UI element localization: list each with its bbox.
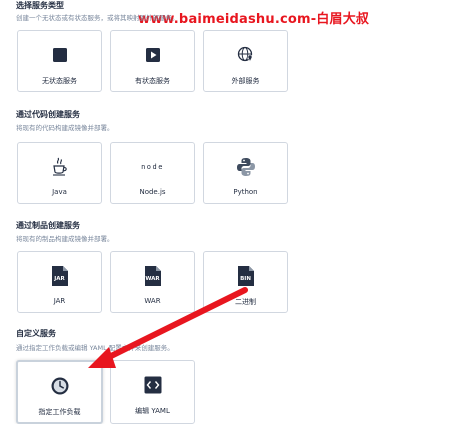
card-label: Python (233, 188, 258, 196)
card-edit-yaml[interactable]: 编辑 YAML (110, 360, 195, 424)
play-box-icon (142, 44, 164, 66)
code-file-icon (142, 374, 164, 396)
section-title-code: 通过代码创建服务 (16, 110, 80, 119)
card-war[interactable]: WAR WAR (110, 251, 195, 313)
card-label: Node.js (139, 188, 166, 196)
card-specify-workload[interactable]: 指定工作负载 (16, 360, 103, 424)
card-java[interactable]: Java (17, 142, 102, 204)
card-label: 编辑 YAML (135, 407, 170, 415)
card-binary[interactable]: BIN 二进制 (203, 251, 288, 313)
section-title-artifact: 通过制品创建服务 (16, 221, 80, 230)
war-file-icon: WAR (142, 265, 164, 287)
java-cup-icon (49, 156, 71, 178)
section-desc-service-type: 创建一个无状态或有状态服务，或将其映射到外部服务。 (16, 14, 179, 22)
section-desc-artifact: 将现有的制品构建成镜像并部署。 (16, 235, 114, 243)
card-external-service[interactable]: 外部服务 (203, 30, 288, 92)
section-title-service-type: 选择服务类型 (16, 1, 64, 10)
bin-file-icon-text: BIN (240, 276, 251, 282)
card-nodejs[interactable]: node Node.js (110, 142, 195, 204)
square-icon (49, 44, 71, 66)
bin-file-icon: BIN (235, 265, 257, 287)
war-file-icon-text: WAR (145, 276, 160, 282)
card-python[interactable]: Python (203, 142, 288, 204)
card-label: 外部服务 (231, 77, 260, 85)
globe-pin-icon (235, 44, 257, 66)
card-label: 指定工作负载 (38, 408, 81, 416)
card-stateless-service[interactable]: 无状态服务 (17, 30, 102, 92)
card-label: Java (52, 188, 67, 196)
clock-icon (49, 375, 71, 397)
card-label: 有状态服务 (135, 77, 170, 85)
nodejs-icon: node (141, 156, 164, 178)
section-desc-custom: 通过指定工作负载或编辑 YAML 配置文件来创建服务。 (16, 344, 174, 352)
card-label: JAR (53, 297, 66, 305)
card-label: WAR (144, 297, 161, 305)
python-icon (235, 156, 257, 178)
jar-file-icon-text: JAR (54, 276, 65, 282)
card-jar[interactable]: JAR JAR (17, 251, 102, 313)
nodejs-logo-text: node (141, 163, 164, 171)
card-label: 二进制 (235, 298, 256, 306)
card-stateful-service[interactable]: 有状态服务 (110, 30, 195, 92)
jar-file-icon: JAR (49, 265, 71, 287)
card-label: 无状态服务 (42, 77, 77, 85)
section-title-custom: 自定义服务 (16, 329, 56, 338)
section-desc-code: 将现有的代码构建成镜像并部署。 (16, 124, 114, 132)
